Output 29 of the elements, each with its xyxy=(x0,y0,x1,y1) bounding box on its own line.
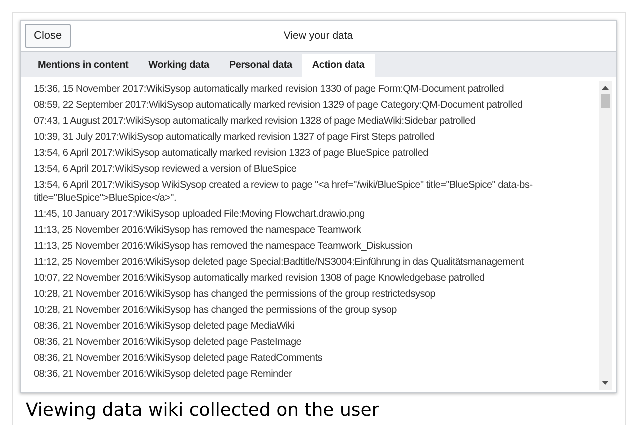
tab[interactable]: Mentions in content xyxy=(28,54,139,77)
log-entry: 11:13, 25 November 2016:WikiSysop has removed the namespace Teamwork_Diskussion xyxy=(34,240,414,253)
tab[interactable]: Action data xyxy=(302,54,375,77)
log-entry: 10:39, 31 July 2017:WikiSysop automatically marked revision 1327 of page First Steps patrolled xyxy=(34,131,436,144)
dialog-title: View your data xyxy=(284,30,354,42)
log-entry: 13:54, 6 April 2017:WikiSysop reviewed a version of BlueSpice xyxy=(34,163,298,176)
scrollbar-thumb[interactable] xyxy=(601,94,610,108)
scroll-up-icon[interactable] xyxy=(602,86,609,90)
log-entry: 10:28, 21 November 2016:WikiSysop has changed the permissions of the group restrictedsysop xyxy=(34,288,437,301)
close-button[interactable]: Close xyxy=(25,24,72,48)
log-entry: 08:36, 21 November 2016:WikiSysop deleted page MediaWiki xyxy=(34,320,296,333)
log-entry: 11:13, 25 November 2016:WikiSysop has removed the namespace Teamwork xyxy=(34,224,362,237)
log-entry: 10:28, 21 November 2016:WikiSysop has changed the permissions of the group sysop xyxy=(34,304,398,317)
log-entry: 11:12, 25 November 2016:WikiSysop deleted page Special:Badtitle/NS3004:Einführung in das Qualitätsmanagement xyxy=(34,256,525,269)
log-entry: 08:36, 21 November 2016:WikiSysop deleted page PasteImage xyxy=(34,336,303,349)
log-entry: 11:45, 10 January 2017:WikiSysop uploaded File:Moving Flowchart.drawio.png xyxy=(34,208,366,221)
log-entry: 10:07, 22 November 2016:WikiSysop automatically marked revision 1308 of page Knowledgebase patrolled xyxy=(34,272,486,285)
log-entry: 13:54, 6 April 2017:WikiSysop WikiSysop created a review to page "<a href="/wiki/BlueSpice" title="BlueSpice" data-bs-title="BlueSpice">BlueSpice</a>". xyxy=(34,179,534,205)
tab[interactable]: Working data xyxy=(138,54,220,77)
log-entry: 08:36, 21 November 2016:WikiSysop deleted page RatedComments xyxy=(34,352,324,365)
log-entry: 08:36, 21 November 2016:WikiSysop deleted page Reminder xyxy=(34,368,294,381)
tab[interactable]: Personal data xyxy=(219,54,302,77)
scrollbar[interactable] xyxy=(599,81,612,390)
log-entry: 08:59, 22 September 2017:WikiSysop automatically marked revision 1329 of page Category:QM-Document patrolled xyxy=(34,99,524,112)
log-entry: 15:36, 15 November 2017:WikiSysop automatically marked revision 1330 of page Form:QM-Document patrolled xyxy=(34,83,506,96)
caption: Viewing data wiki collected on the user xyxy=(26,400,380,421)
log-entry: 07:43, 1 August 2017:WikiSysop automatically marked revision 1328 of page MediaWiki:Sidebar patrolled xyxy=(34,115,477,128)
scroll-down-icon[interactable] xyxy=(602,381,609,385)
log-entry: 13:54, 6 April 2017:WikiSysop automatically marked revision 1323 of page BlueSpice patrolled xyxy=(34,147,430,160)
